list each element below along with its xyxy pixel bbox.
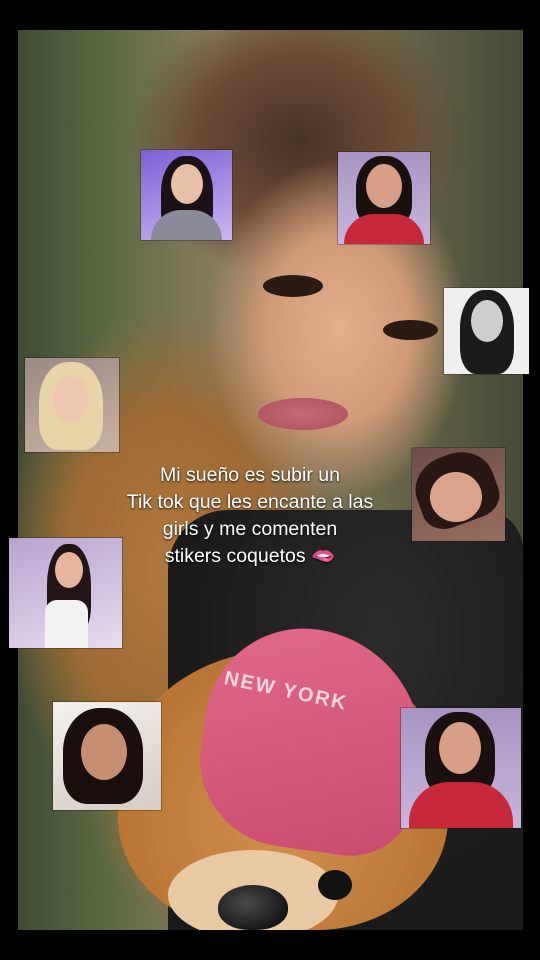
sticker-photo-3 xyxy=(444,288,529,374)
sticker-photo-8 xyxy=(401,708,521,828)
teddy-eye xyxy=(318,870,352,900)
caption-text: Mi sueño es subir un Tik tok que les enc… xyxy=(60,462,440,570)
sticker-photo-7 xyxy=(53,702,161,810)
sticker-photo-2 xyxy=(338,152,430,244)
sticker-photo-1 xyxy=(141,150,232,240)
left-eye xyxy=(263,275,323,297)
caption-line-1: Mi sueño es subir un xyxy=(160,464,340,486)
caption-line-2: Tik tok que les encante a las xyxy=(126,491,374,513)
lips xyxy=(258,398,348,430)
sticker-photo-4 xyxy=(25,358,119,452)
teddy-nose xyxy=(218,885,288,930)
caption-line-4: stikers coquetos 🫦 xyxy=(164,545,336,567)
right-eye xyxy=(383,320,438,340)
caption-line-3: girls y me comenten xyxy=(162,518,338,540)
